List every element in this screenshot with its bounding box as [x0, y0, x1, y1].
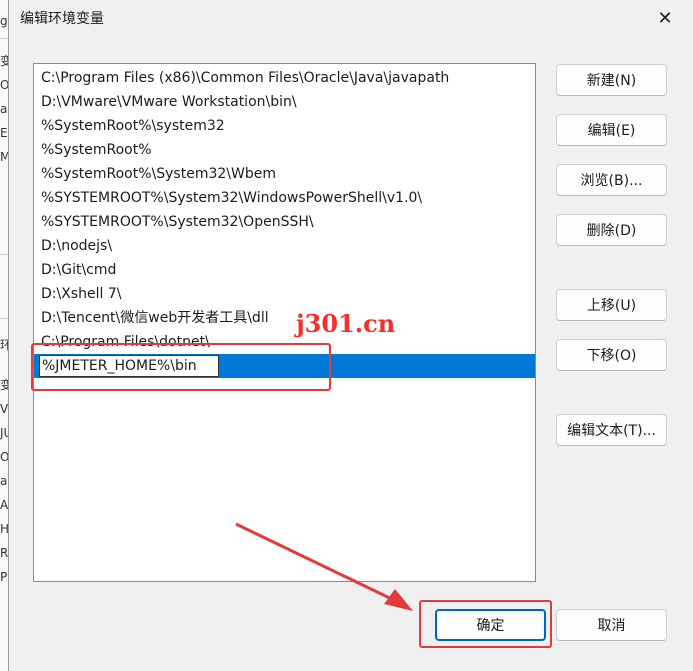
edit-button[interactable]: 编辑(E) [556, 114, 667, 146]
list-item-label: %SystemRoot%\system32 [41, 118, 225, 134]
move-up-button[interactable]: 上移(U) [556, 289, 667, 321]
list-item-label: C:\Program Files\dotnet\ [41, 334, 210, 350]
list-item-label: D:\Tencent\微信web开发者工具\dll [41, 310, 269, 326]
list-item-label: %SYSTEMROOT%\System32\OpenSSH\ [41, 214, 314, 230]
list-item-selected[interactable] [34, 354, 535, 378]
list-item[interactable]: %SYSTEMROOT%\System32\OpenSSH\ [34, 210, 535, 234]
list-item[interactable]: D:\Tencent\微信web开发者工具\dll [34, 306, 535, 330]
list-item[interactable]: C:\Program Files (x86)\Common Files\Orac… [34, 66, 535, 90]
background-text: a [0, 474, 8, 488]
list-item[interactable]: %SystemRoot% [34, 138, 535, 162]
move-up-button-label: 上移(U) [586, 298, 637, 314]
edit-button-label: 编辑(E) [587, 123, 636, 139]
close-button[interactable]: ✕ [651, 4, 679, 32]
list-item[interactable]: %SYSTEMROOT%\System32\WindowsPowerShell\… [34, 186, 535, 210]
edit-env-var-dialog: 编辑环境变量 ✕ C:\Program Files (x86)\Common F… [8, 0, 693, 671]
cancel-button[interactable]: 取消 [556, 609, 667, 641]
list-item-label: D:\Git\cmd [41, 262, 117, 278]
background-text: g [0, 14, 8, 28]
list-item[interactable]: C:\Program Files\dotnet\ [34, 330, 535, 354]
edit-text-button[interactable]: 编辑文本(T)... [556, 414, 667, 446]
background-text: V [0, 402, 9, 416]
list-item-label: D:\VMware\VMware Workstation\bin\ [41, 94, 297, 110]
delete-button-label: 删除(D) [586, 223, 637, 239]
ok-button-label: 确定 [476, 618, 505, 634]
new-button-label: 新建(N) [586, 73, 637, 89]
list-item[interactable]: D:\VMware\VMware Workstation\bin\ [34, 90, 535, 114]
background-text: a [0, 102, 8, 116]
list-item-label: D:\nodejs\ [41, 238, 113, 254]
list-item[interactable]: %SystemRoot%\system32 [34, 114, 535, 138]
background-text: A [0, 498, 9, 512]
move-down-button-label: 下移(O) [586, 348, 637, 364]
close-icon: ✕ [657, 7, 673, 29]
list-item[interactable]: D:\Xshell 7\ [34, 282, 535, 306]
path-list[interactable]: C:\Program Files (x86)\Common Files\Orac… [33, 63, 536, 582]
ok-button[interactable]: 确定 [435, 609, 546, 641]
browse-button[interactable]: 浏览(B)... [556, 164, 667, 196]
delete-button[interactable]: 删除(D) [556, 214, 667, 246]
browse-button-label: 浏览(B)... [580, 173, 643, 189]
list-item-label: D:\Xshell 7\ [41, 286, 122, 302]
new-button[interactable]: 新建(N) [556, 64, 667, 96]
path-edit-input[interactable] [39, 355, 219, 377]
background-text: P [0, 570, 8, 584]
list-item-label: %SYSTEMROOT%\System32\WindowsPowerShell\… [41, 190, 423, 206]
list-item-label: %SystemRoot% [41, 142, 152, 158]
background-text: E [0, 126, 8, 140]
list-item-label: %SystemRoot%\System32\Wbem [41, 166, 276, 182]
dialog-title: 编辑环境变量 [20, 11, 104, 27]
watermark-text: j301.cn [296, 309, 396, 338]
list-item-label: C:\Program Files (x86)\Common Files\Orac… [41, 70, 450, 86]
list-item[interactable]: D:\nodejs\ [34, 234, 535, 258]
cancel-button-label: 取消 [597, 618, 626, 634]
move-down-button[interactable]: 下移(O) [556, 339, 667, 371]
edit-text-button-label: 编辑文本(T)... [567, 423, 656, 439]
list-item[interactable]: D:\Git\cmd [34, 258, 535, 282]
list-item[interactable]: %SystemRoot%\System32\Wbem [34, 162, 535, 186]
